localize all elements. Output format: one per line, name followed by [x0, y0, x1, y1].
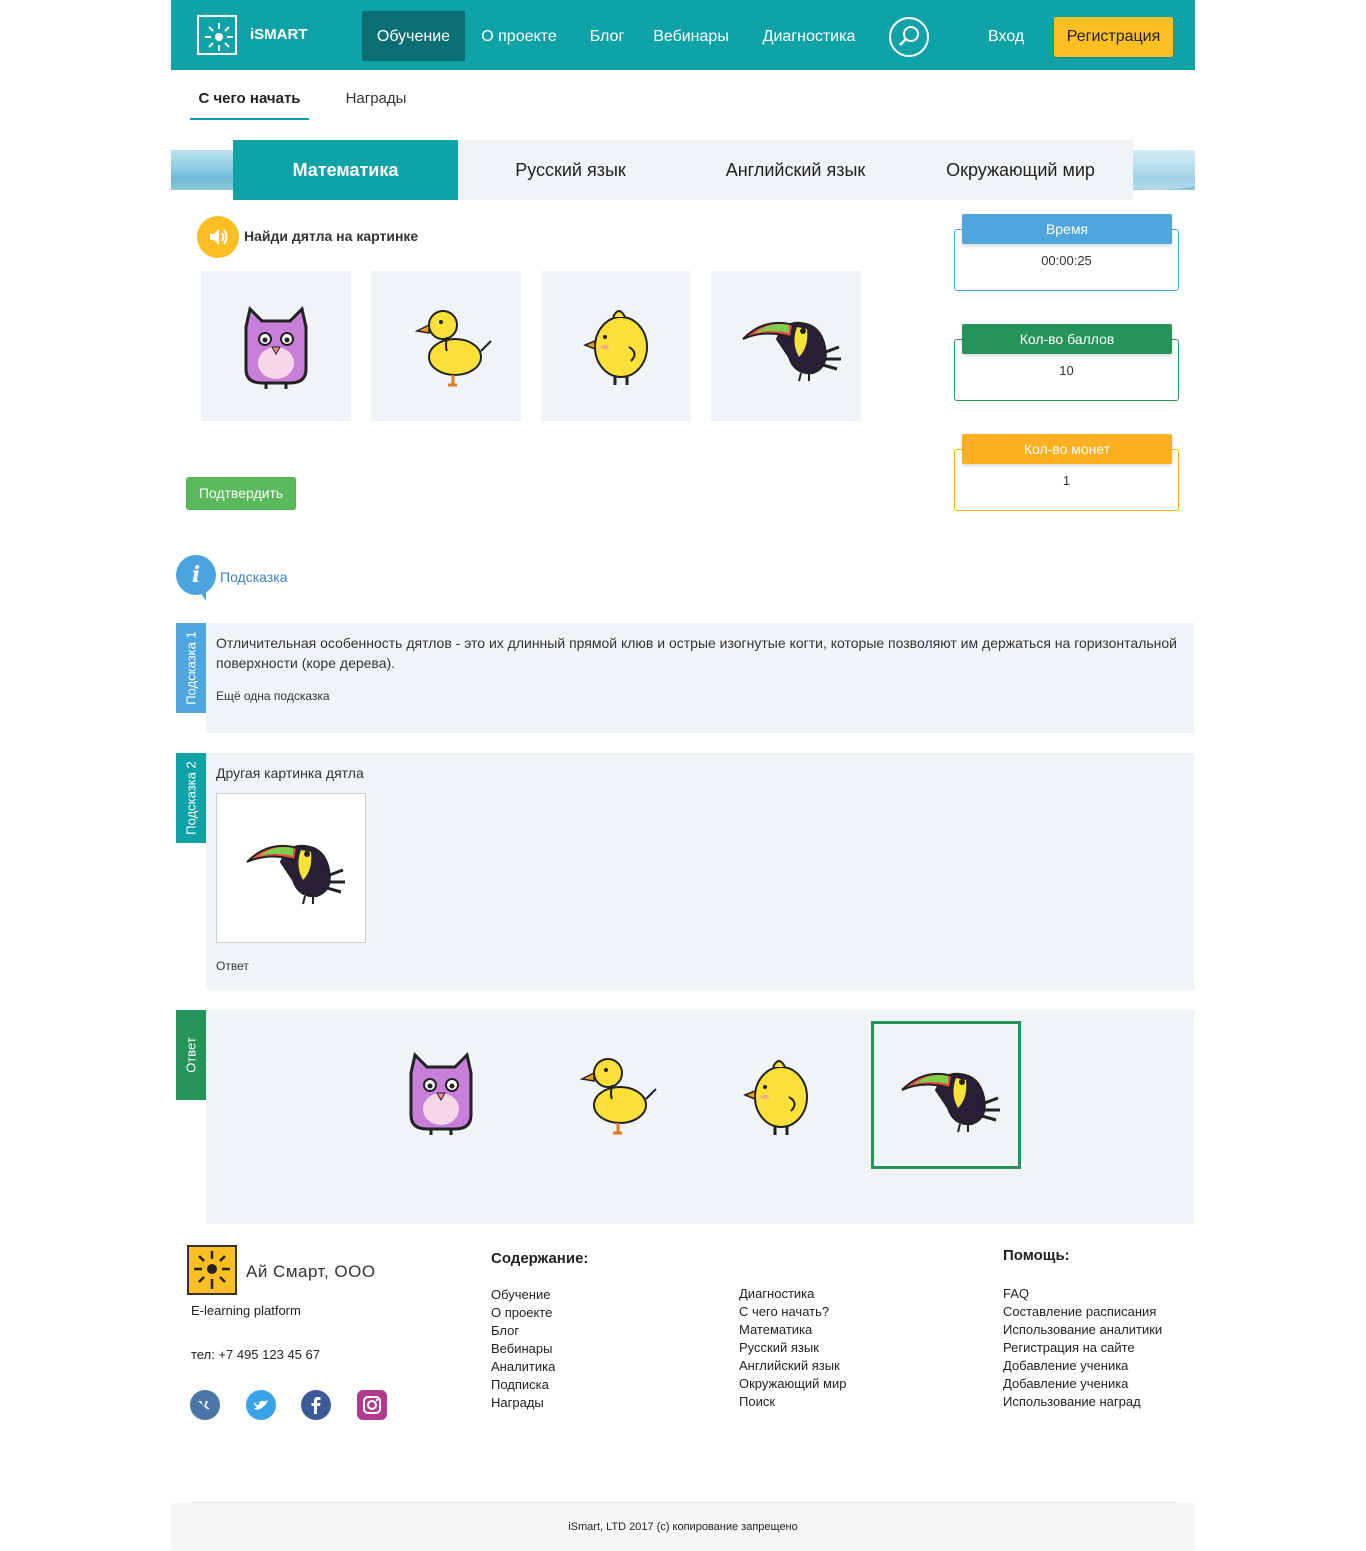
footer-company: Ай Смарт, ООО	[246, 1262, 376, 1281]
answer-chick	[701, 1021, 851, 1169]
hint-2-label: Подсказка 2	[176, 753, 206, 843]
nav-about[interactable]: О проекте	[474, 11, 564, 61]
answer-label: Ответ	[176, 1010, 206, 1100]
option-chick[interactable]	[541, 271, 691, 421]
twitter-icon[interactable]	[246, 1390, 276, 1420]
hint-2-text: Другая картинка дятла	[216, 765, 364, 781]
footer-phone: тел: +7 495 123 45 67	[191, 1347, 320, 1362]
search-icon	[899, 26, 919, 46]
footer-link[interactable]: Вебинары	[491, 1340, 555, 1358]
time-label: Время	[962, 214, 1172, 244]
footer-link[interactable]: Окружающий мир	[739, 1375, 846, 1393]
time-value: 00:00:25	[1041, 253, 1092, 268]
coins-label: Кол-во монет	[962, 434, 1172, 464]
footer-content-title: Содержание:	[491, 1250, 589, 1267]
footer-link[interactable]: Обучение	[491, 1286, 555, 1304]
answer-duck	[536, 1021, 686, 1169]
footer-link[interactable]: С чего начать?	[739, 1303, 846, 1321]
footer-link[interactable]: Диагностика	[739, 1285, 846, 1303]
footer-link[interactable]: Награды	[491, 1394, 555, 1412]
footer-link[interactable]: Математика	[739, 1321, 846, 1339]
owl-image	[244, 307, 308, 391]
footer-content-col2: Диагностика С чего начать? Математика Ру…	[739, 1285, 846, 1411]
register-button[interactable]: Регистрация	[1054, 17, 1173, 57]
footer-link[interactable]: Подписка	[491, 1376, 555, 1394]
lightbulb-icon	[194, 1251, 230, 1289]
hint-1-more: Ещё одна подсказка	[216, 689, 330, 703]
vk-icon[interactable]	[190, 1390, 220, 1420]
speaker-icon	[210, 229, 228, 245]
hint-2-answer: Ответ	[216, 959, 249, 973]
answer-owl	[366, 1021, 516, 1169]
login-link[interactable]: Вход	[988, 11, 1024, 61]
toucan-image	[900, 1072, 1002, 1134]
option-toucan[interactable]	[711, 271, 861, 421]
tab-english[interactable]: Английский язык	[683, 140, 908, 200]
confirm-button[interactable]: Подтвердить	[186, 477, 296, 510]
footer-link[interactable]: Русский язык	[739, 1339, 846, 1357]
brand-name: iSMART	[250, 26, 308, 43]
hint-toucan-image	[216, 793, 366, 943]
nav-diagnostics[interactable]: Диагностика	[759, 11, 859, 61]
footer-link[interactable]: О проекте	[491, 1304, 555, 1322]
points-label: Кол-во баллов	[962, 324, 1172, 354]
footer-content-col1: Обучение О проекте Блог Вебинары Аналити…	[491, 1286, 555, 1412]
footer-logo	[187, 1245, 237, 1295]
tab-world[interactable]: Окружающий мир	[908, 140, 1133, 200]
lightbulb-icon	[205, 23, 233, 51]
footer-link[interactable]: Блог	[491, 1322, 555, 1340]
footer-link[interactable]: Использование аналитики	[1003, 1321, 1162, 1339]
subject-tabs: Математика Русский язык Английский язык …	[233, 140, 1133, 200]
option-duck[interactable]	[371, 271, 521, 421]
footer-tagline: E-learning platform	[191, 1303, 301, 1318]
chick-image	[743, 1059, 809, 1137]
hint-link[interactable]: Подсказка	[220, 569, 287, 585]
chick-image	[583, 309, 649, 387]
tab-russian[interactable]: Русский язык	[458, 140, 683, 200]
footer-help-title: Помощь:	[1003, 1247, 1070, 1264]
footer-link[interactable]: Добавление ученика	[1003, 1357, 1162, 1375]
facebook-icon[interactable]	[301, 1390, 331, 1420]
duck-image	[580, 1057, 658, 1135]
points-value: 10	[1059, 363, 1074, 378]
footer-link[interactable]: FAQ	[1003, 1285, 1162, 1303]
footer-link[interactable]: Аналитика	[491, 1358, 555, 1376]
copyright-bar: iSmart, LTD 2017 (c) копирование запреще…	[171, 1503, 1195, 1551]
tab-getting-started[interactable]: С чего начать	[190, 80, 309, 120]
owl-image	[409, 1053, 473, 1137]
toucan-image	[741, 321, 843, 383]
nav-webinars[interactable]: Вебинары	[650, 11, 732, 61]
footer-link[interactable]: Поиск	[739, 1393, 846, 1411]
footer-link[interactable]: Английский язык	[739, 1357, 846, 1375]
duck-image	[415, 309, 493, 387]
tab-math[interactable]: Математика	[233, 140, 458, 200]
coins-value: 1	[1062, 473, 1071, 488]
answer-toucan-correct	[871, 1021, 1021, 1169]
footer-link[interactable]: Добавление ученика	[1003, 1375, 1162, 1393]
copyright-text: iSmart, LTD 2017 (c) копирование запреще…	[568, 1521, 798, 1533]
info-icon[interactable]: i	[176, 555, 216, 601]
play-sound-button[interactable]	[197, 216, 239, 258]
option-owl[interactable]	[201, 271, 351, 421]
hint-1-text: Отличительная особенность дятлов - это и…	[216, 635, 1178, 671]
toucan-image	[245, 844, 347, 906]
nav-learning[interactable]: Обучение	[362, 11, 465, 61]
footer-link[interactable]: Составление расписания	[1003, 1303, 1162, 1321]
task-prompt: Найди дятла на картинке	[244, 228, 419, 244]
search-button[interactable]	[889, 17, 929, 57]
footer-help-list: FAQ Составление расписания Использование…	[1003, 1285, 1162, 1411]
footer-link[interactable]: Регистрация на сайте	[1003, 1339, 1162, 1357]
hint-1-label: Подсказка 1	[176, 623, 206, 713]
instagram-icon[interactable]	[357, 1390, 387, 1420]
nav-blog[interactable]: Блог	[581, 11, 633, 61]
tab-rewards[interactable]: Награды	[333, 80, 419, 120]
top-nav-bar: iSMART Обучение О проекте Блог Вебинары …	[171, 0, 1195, 70]
footer-link[interactable]: Использование наград	[1003, 1393, 1162, 1411]
ismart-logo[interactable]	[197, 15, 237, 55]
